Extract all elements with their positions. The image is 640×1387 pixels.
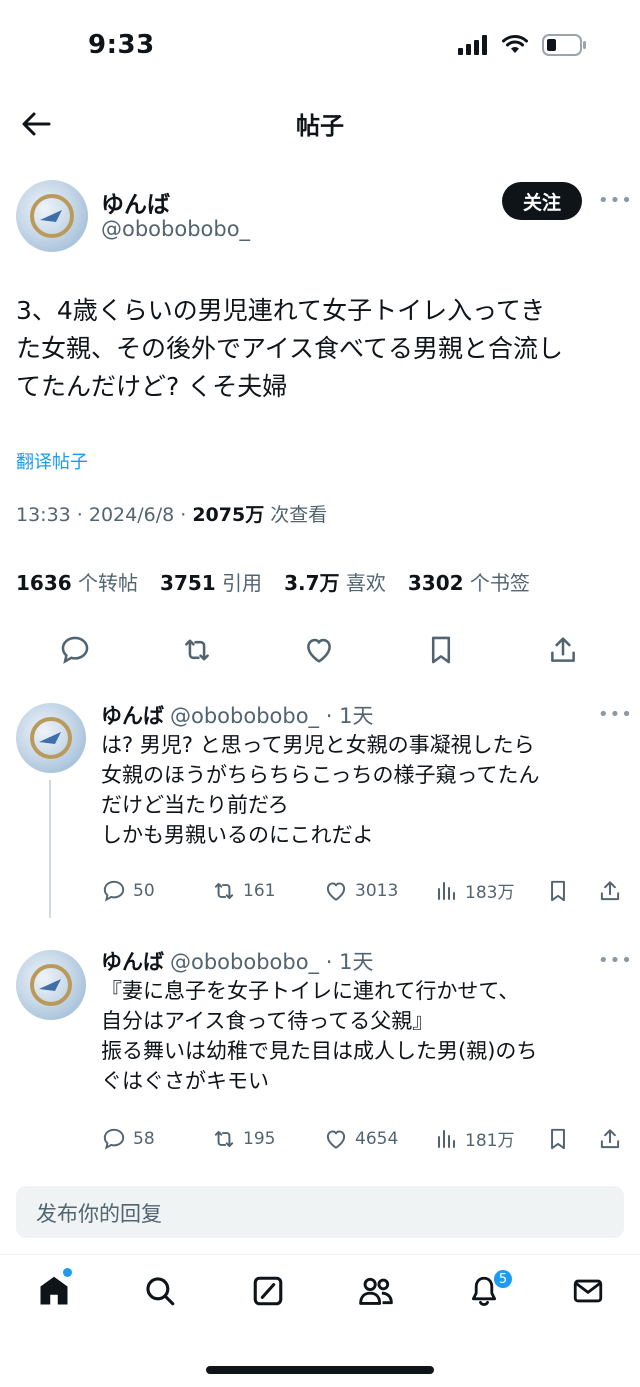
reply-author[interactable]: ゆんば @obobobobo_ · 1天 (101, 946, 373, 976)
retweet-button[interactable] (175, 628, 219, 672)
reply-author[interactable]: ゆんば @obobobobo_ · 1天 (101, 700, 373, 730)
views-label: 次查看 (264, 504, 328, 526)
comment-icon (103, 880, 125, 902)
author-avatar[interactable] (16, 180, 88, 252)
search-icon (146, 1277, 175, 1306)
more-options-icon[interactable]: ••• (598, 950, 633, 971)
reply-button[interactable] (53, 628, 97, 672)
bottom-tab-bar (0, 1254, 640, 1334)
reply-text: は? 男児? と思って男児と女親の事凝視したら 女親のほうがちらちらこっちの様子… (101, 733, 540, 847)
cellular-signal-icon (458, 35, 487, 55)
reply-like-button[interactable]: 4654 (323, 1126, 398, 1152)
reply-input-placeholder: 发布你的回复 (36, 1202, 162, 1226)
heart-icon (326, 882, 346, 901)
reply-bookmark-button[interactable] (545, 878, 571, 904)
reply-action-bar: 50 161 3013 183万 (101, 878, 631, 908)
grok-icon (253, 1276, 283, 1306)
battery-icon (542, 34, 586, 56)
reply-handle-time: @obobobobo_ · 1天 (170, 950, 374, 974)
reply-text: 『妻に息子を女子トイレに連れて行かせて、 自分はアイス食って待ってる父親』 振る… (101, 979, 538, 1093)
analytics-icon (438, 1129, 455, 1148)
retweet-icon (185, 639, 209, 661)
reply-retweet-button[interactable]: 161 (211, 878, 275, 904)
tab-grok[interactable] (244, 1267, 292, 1315)
retweet-icon (214, 882, 234, 900)
share-button[interactable] (541, 628, 585, 672)
more-options-icon[interactable]: ••• (598, 704, 633, 725)
comment-icon (61, 636, 89, 664)
translate-post-link[interactable]: 翻译帖子 (16, 448, 88, 474)
status-icons (458, 34, 588, 56)
like-button[interactable] (297, 628, 341, 672)
post-text: 3、4歳くらいの男児連れて女子トイレ入ってき た女親、その後外でアイス食べてる男… (16, 292, 626, 406)
reply-comment-button[interactable]: 58 (101, 1126, 155, 1152)
wifi-icon (502, 35, 528, 53)
tab-search[interactable] (136, 1267, 184, 1315)
reply-input[interactable]: 发布你的回复 (16, 1186, 624, 1238)
post-text-line: 3、4歳くらいの男児連れて女子トイレ入ってき (16, 296, 546, 325)
quotes-stat[interactable]: 3751 引用 (160, 567, 262, 596)
page-title: 帖子 (296, 112, 344, 140)
share-icon (600, 881, 620, 901)
reply-bookmark-button[interactable] (545, 1126, 571, 1152)
analytics-icon (438, 881, 455, 900)
reply-like-button[interactable]: 3013 (323, 878, 398, 904)
reply-share-button[interactable] (597, 878, 623, 904)
home-indicator-bar[interactable] (206, 1366, 434, 1374)
bookmarks-stat[interactable]: 3302 个书签 (408, 567, 530, 596)
heart-icon (307, 638, 331, 663)
reply-retweet-button[interactable]: 195 (211, 1126, 275, 1152)
author-handle[interactable]: @obobobobo_ (101, 217, 250, 241)
tab-messages[interactable] (564, 1267, 612, 1315)
people-icon (359, 1277, 393, 1305)
bookmark-icon (431, 636, 451, 664)
post-timestamp: 13:33 · 2024/6/8 · (16, 504, 193, 526)
reply-item[interactable]: ゆんば @obobobobo_ · 1天 ••• 『妻に息子を女子トイレに連れて行… (0, 946, 640, 1166)
more-options-icon[interactable]: ••• (598, 190, 633, 211)
reply-action-bar: 58 195 4654 181万 (101, 1126, 631, 1156)
reply-share-button[interactable] (597, 1126, 623, 1152)
bookmark-icon (551, 1128, 565, 1150)
bookmark-icon (551, 880, 565, 902)
reply-views-button[interactable]: 183万 (435, 878, 514, 903)
home-new-indicator (63, 1268, 72, 1277)
status-time: 9:33 (88, 30, 155, 60)
notification-badge: 5 (492, 1268, 514, 1290)
likes-stat[interactable]: 3.7万 喜欢 (284, 567, 386, 596)
views-count: 2075万 (192, 504, 265, 526)
retweets-stat[interactable]: 1636 个转帖 (16, 567, 138, 596)
share-icon (551, 637, 575, 662)
share-icon (600, 1129, 620, 1149)
follow-button[interactable]: 关注 (502, 182, 582, 220)
retweet-icon (214, 1130, 234, 1148)
mail-icon (573, 1279, 603, 1303)
post-text-line: てたんだけど? くそ夫婦 (16, 372, 288, 401)
home-icon (40, 1276, 68, 1305)
author-name[interactable]: ゆんば (101, 185, 170, 219)
post-action-bar (0, 628, 640, 672)
post-text-line: た女親、その後外でアイス食べてる男親と合流し (16, 334, 564, 363)
tab-communities[interactable] (352, 1267, 400, 1315)
status-bar: 9:33 (0, 0, 640, 96)
post-stats: 1636 个转帖 3751 引用 3.7万 喜欢 3302 个书签 (16, 567, 530, 596)
nav-header: 帖子 (0, 96, 640, 152)
bird-logo-icon (40, 210, 62, 222)
reply-handle-time: @obobobobo_ · 1天 (170, 704, 374, 728)
reply-comment-button[interactable]: 50 (101, 878, 155, 904)
post-meta: 13:33 · 2024/6/8 · 2075万 次查看 (16, 500, 327, 527)
bookmark-button[interactable] (419, 628, 463, 672)
reply-item[interactable]: ゆんば @obobobobo_ · 1天 ••• は? 男児? と思って男児と女親… (0, 700, 640, 920)
reply-views-button[interactable]: 181万 (435, 1126, 514, 1151)
heart-icon (326, 1130, 346, 1149)
comment-icon (103, 1128, 125, 1150)
